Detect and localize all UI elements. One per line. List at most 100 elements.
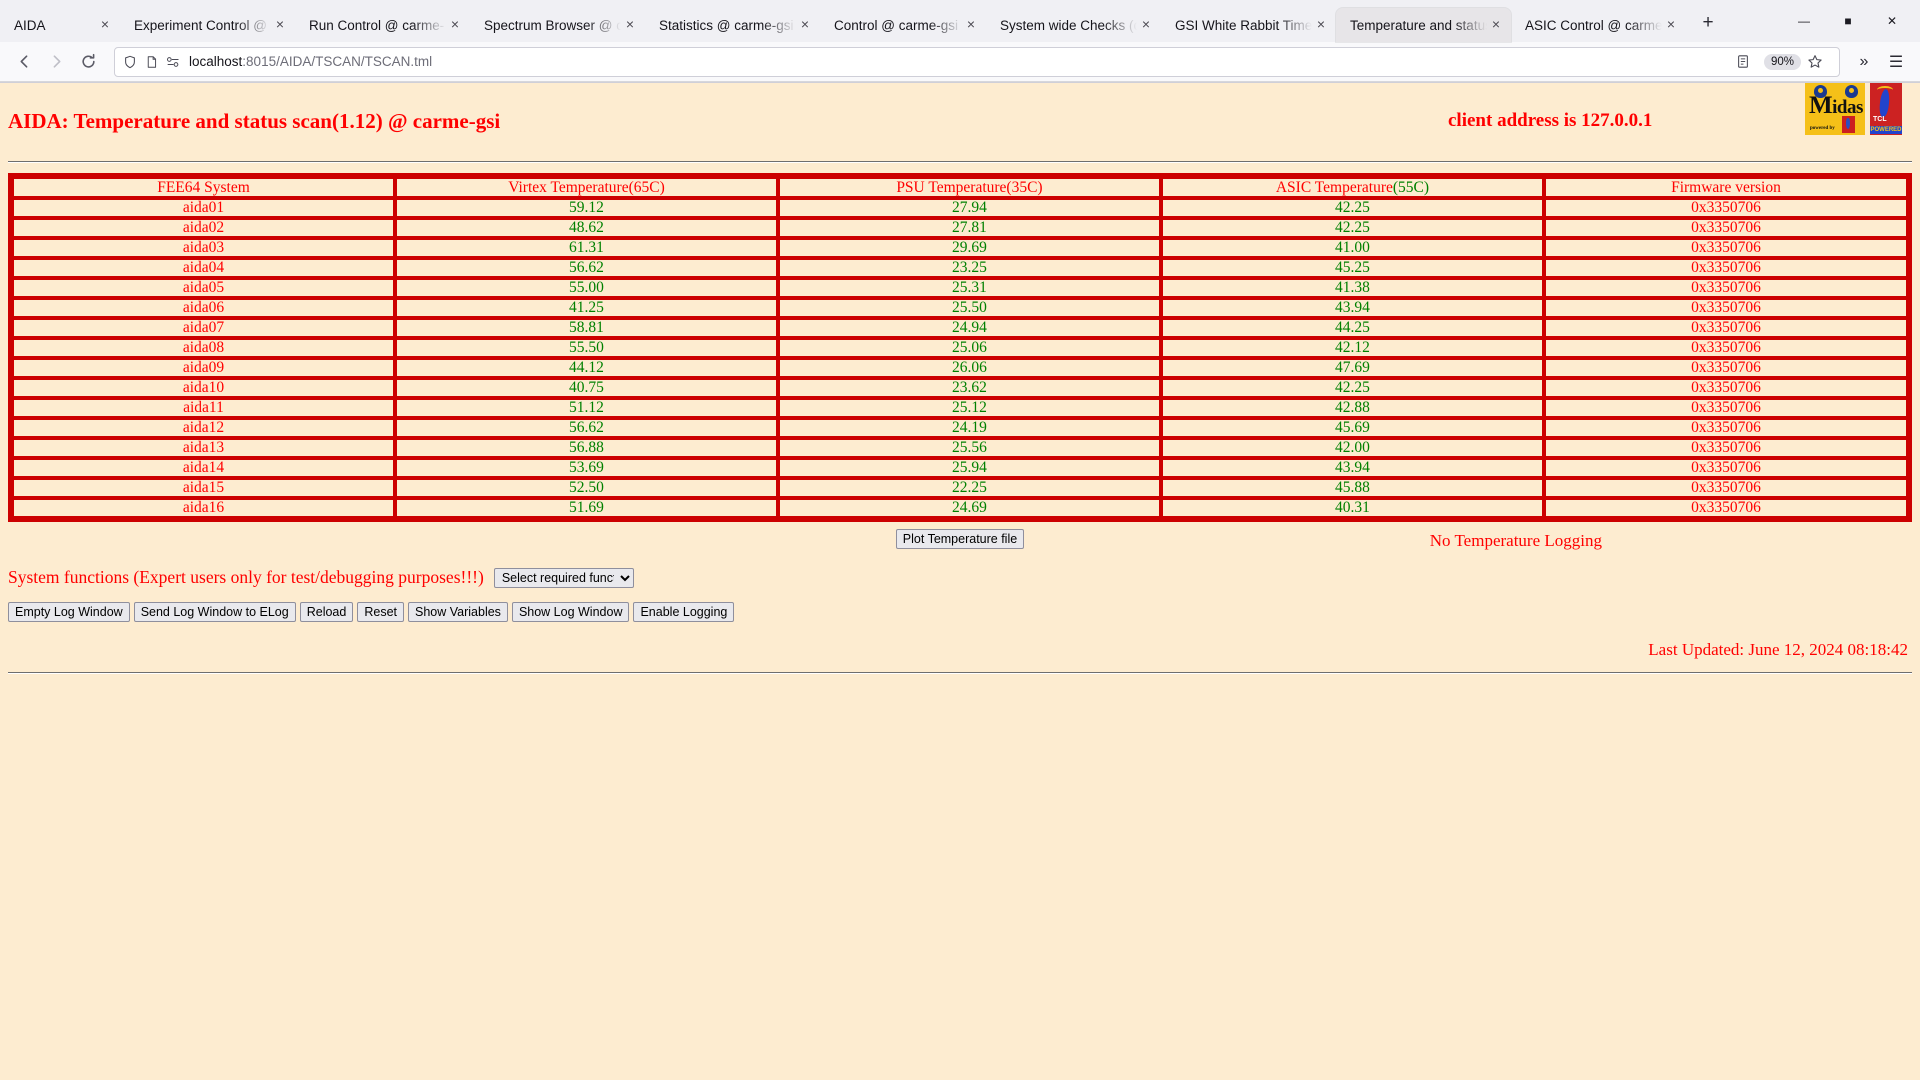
cell-virtex-temperature: 55.50 xyxy=(394,338,778,358)
maximize-window-button[interactable]: ■ xyxy=(1826,4,1870,38)
browser-tab[interactable]: AIDA × xyxy=(0,8,120,42)
cell-firmware-version: 0x3350706 xyxy=(1543,258,1908,278)
system-function-select[interactable]: Select required function xyxy=(493,567,634,588)
cell-psu-temperature: 25.94 xyxy=(777,458,1161,478)
tab-close-icon[interactable]: × xyxy=(621,16,639,34)
cell-asic-temperature: 40.31 xyxy=(1160,498,1544,518)
table-row: aida02 48.62 27.81 42.25 0x3350706 xyxy=(12,218,1908,238)
table-row: aida04 56.62 23.25 45.25 0x3350706 xyxy=(12,258,1908,278)
permissions-icon[interactable] xyxy=(166,55,181,69)
cell-firmware-version: 0x3350706 xyxy=(1543,478,1908,498)
tab-title: Statistics @ carme-gsi xyxy=(659,17,794,33)
tab-close-icon[interactable]: × xyxy=(962,16,980,34)
reload-icon[interactable] xyxy=(72,47,104,77)
tab-close-icon[interactable]: × xyxy=(96,16,114,34)
action-button-enable-logging[interactable]: Enable Logging xyxy=(633,602,735,622)
table-row: aida08 55.50 25.06 42.12 0x3350706 xyxy=(12,338,1908,358)
browser-chrome: AIDA × Experiment Control @ c × Run Control … xyxy=(0,0,1920,83)
logging-status-label: No Temperature Logging xyxy=(1429,531,1602,550)
action-button-reload[interactable]: Reload xyxy=(299,602,354,622)
midas-logo: Midas powered by xyxy=(1805,83,1865,135)
browser-tab[interactable]: Control @ carme-gsi × xyxy=(820,8,986,42)
browser-tab[interactable]: Temperature and status × xyxy=(1336,8,1511,42)
cell-virtex-temperature: 59.12 xyxy=(394,198,778,218)
zoom-level-badge[interactable]: 90% xyxy=(1763,53,1801,70)
cell-firmware-version: 0x3350706 xyxy=(1543,418,1908,438)
table-row: aida12 56.62 24.19 45.69 0x3350706 xyxy=(12,418,1908,438)
table-row: aida13 56.88 25.56 42.00 0x3350706 xyxy=(12,438,1908,458)
app-menu-icon[interactable]: ☰ xyxy=(1880,47,1912,77)
tcl-powered-logo: TCL POWERED xyxy=(1870,83,1902,135)
action-button-reset[interactable]: Reset xyxy=(357,602,404,622)
tab-close-icon[interactable]: × xyxy=(1487,16,1505,34)
cell-virtex-temperature: 41.25 xyxy=(394,298,778,318)
cell-psu-temperature: 25.06 xyxy=(777,338,1161,358)
browser-tab[interactable]: Statistics @ carme-gsi × xyxy=(645,8,820,42)
browser-tab[interactable]: Spectrum Browser @ c × xyxy=(470,8,645,42)
reader-mode-icon[interactable] xyxy=(1736,54,1750,69)
cell-firmware-version: 0x3350706 xyxy=(1543,438,1908,458)
browser-tab[interactable]: GSI White Rabbit Time × xyxy=(1161,8,1336,42)
action-button-show-log-window[interactable]: Show Log Window xyxy=(511,602,630,622)
tab-close-icon[interactable]: × xyxy=(271,16,289,34)
bookmark-star-icon[interactable] xyxy=(1807,54,1823,69)
table-row: aida09 44.12 26.06 47.69 0x3350706 xyxy=(12,358,1908,378)
cell-firmware-version: 0x3350706 xyxy=(1543,378,1908,398)
tab-close-icon[interactable]: × xyxy=(1312,16,1330,34)
table-header-row: FEE64 System Virtex Temperature(65C) PSU… xyxy=(12,177,1908,198)
controls-area: Plot Temperature file No Temperature Log… xyxy=(8,529,1912,674)
browser-tab[interactable]: ASIC Control @ carme- × xyxy=(1511,8,1686,42)
cell-psu-temperature: 25.56 xyxy=(777,438,1161,458)
tab-close-icon[interactable]: × xyxy=(1662,16,1680,34)
column-header-asic-temperature: ASIC Temperature(55C) xyxy=(1160,177,1544,198)
logo-group: Midas powered by TCL POWERED xyxy=(1805,83,1902,135)
cell-asic-temperature: 42.00 xyxy=(1160,438,1544,458)
page-icon xyxy=(145,55,158,69)
overflow-menu-icon[interactable]: » xyxy=(1848,47,1880,77)
cell-system: aida06 xyxy=(12,298,395,318)
tab-close-icon[interactable]: × xyxy=(446,16,464,34)
new-tab-button[interactable]: + xyxy=(1692,8,1724,40)
cell-virtex-temperature: 51.12 xyxy=(394,398,778,418)
browser-tab[interactable]: Experiment Control @ c × xyxy=(120,8,295,42)
action-button-row: Empty Log Window Send Log Window to ELog R… xyxy=(8,602,1912,622)
asic-header-threshold: (55C) xyxy=(1392,179,1430,196)
cell-psu-temperature: 29.69 xyxy=(777,238,1161,258)
browser-tab[interactable]: System wide Checks (c × xyxy=(986,8,1161,42)
action-button-empty-log-window[interactable]: Empty Log Window xyxy=(8,602,130,622)
table-row: aida15 52.50 22.25 45.88 0x3350706 xyxy=(12,478,1908,498)
cell-system: aida12 xyxy=(12,418,395,438)
cell-firmware-version: 0x3350706 xyxy=(1543,298,1908,318)
plot-temperature-file-button[interactable]: Plot Temperature file xyxy=(895,529,1025,549)
client-address-label: client address is 127.0.0.1 xyxy=(1448,110,1653,131)
cell-psu-temperature: 25.31 xyxy=(777,278,1161,298)
cell-asic-temperature: 47.69 xyxy=(1160,358,1544,378)
cell-virtex-temperature: 48.62 xyxy=(394,218,778,238)
minimize-window-button[interactable]: — xyxy=(1782,4,1826,38)
action-button-send-log-window-to-elog[interactable]: Send Log Window to ELog xyxy=(133,602,296,622)
cell-asic-temperature: 43.94 xyxy=(1160,298,1544,318)
action-button-show-variables[interactable]: Show Variables xyxy=(408,602,508,622)
address-bar[interactable]: localhost:8015/AIDA/TSCAN/TSCAN.tml 90% xyxy=(114,46,1840,77)
tcl-powered-label: POWERED xyxy=(1870,126,1902,134)
cell-asic-temperature: 43.94 xyxy=(1160,458,1544,478)
cell-asic-temperature: 45.25 xyxy=(1160,258,1544,278)
cell-virtex-temperature: 56.62 xyxy=(394,418,778,438)
navigation-bar: localhost:8015/AIDA/TSCAN/TSCAN.tml 90% … xyxy=(0,42,1920,82)
cell-system: aida15 xyxy=(12,478,395,498)
cell-psu-temperature: 24.19 xyxy=(777,418,1161,438)
close-window-button[interactable]: ✕ xyxy=(1870,4,1914,38)
tab-title: GSI White Rabbit Time xyxy=(1175,17,1312,33)
column-header-virtex-temperature: Virtex Temperature(65C) xyxy=(394,177,778,198)
cell-system: aida03 xyxy=(12,238,395,258)
cell-firmware-version: 0x3350706 xyxy=(1543,338,1908,358)
back-icon[interactable] xyxy=(8,47,40,77)
browser-tab[interactable]: Run Control @ carme- × xyxy=(295,8,470,42)
table-row: aida14 53.69 25.94 43.94 0x3350706 xyxy=(12,458,1908,478)
tab-close-icon[interactable]: × xyxy=(796,16,814,34)
tab-close-icon[interactable]: × xyxy=(1137,16,1155,34)
forward-icon xyxy=(40,47,72,77)
cell-firmware-version: 0x3350706 xyxy=(1543,278,1908,298)
cell-system: aida11 xyxy=(12,398,395,418)
cell-firmware-version: 0x3350706 xyxy=(1543,218,1908,238)
